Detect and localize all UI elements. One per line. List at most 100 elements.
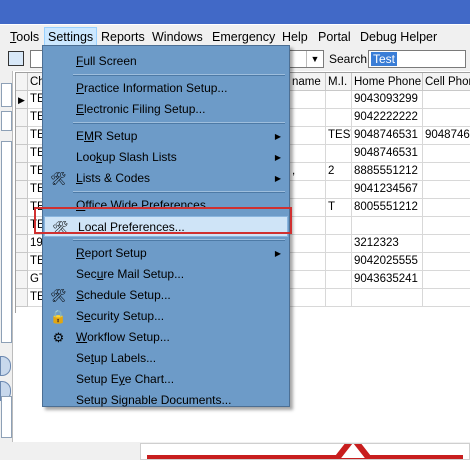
menu-debug-helper-label: Debug Helper: [360, 30, 438, 44]
cell-middle-initial[interactable]: [326, 253, 352, 271]
menu-item-secure-mail-setup[interactable]: Secure Mail Setup...: [43, 264, 289, 285]
left-panel-box[interactable]: [1, 141, 12, 343]
cell-middle-initial[interactable]: T: [326, 199, 352, 217]
menu-item-setup-eye-chart[interactable]: Setup Eye Chart...: [43, 369, 289, 390]
cell-cell-phone[interactable]: [423, 199, 470, 217]
menu-item-report-setup[interactable]: Report Setup ▶: [43, 243, 289, 264]
menu-item-electronic-filing-setup[interactable]: Electronic Filing Setup...: [43, 99, 289, 120]
cell-home-phone[interactable]: 9048746531: [352, 127, 423, 145]
cell-home-phone[interactable]: 9042222222: [352, 109, 423, 127]
cell-first-name[interactable]: [290, 289, 326, 307]
menu-item-lookup-slash-lists[interactable]: Lookup Slash Lists ▶: [43, 147, 289, 168]
row-selector[interactable]: [16, 145, 28, 163]
cell-cell-phone[interactable]: [423, 181, 470, 199]
cell-first-name[interactable]: [290, 109, 326, 127]
row-selector[interactable]: [16, 199, 28, 217]
column-header[interactable]: M.I.: [326, 73, 352, 91]
cell-first-name[interactable]: [290, 253, 326, 271]
row-selector[interactable]: [16, 127, 28, 145]
cell-home-phone[interactable]: 9048746531: [352, 145, 423, 163]
menu-item-label: Secure Mail Setup...: [76, 267, 185, 281]
menu-tools[interactable]: Tools: [6, 28, 43, 46]
cell-home-phone[interactable]: [352, 217, 423, 235]
row-selector[interactable]: [16, 289, 28, 307]
cell-first-name[interactable]: [290, 127, 326, 145]
cell-cell-phone[interactable]: [423, 109, 470, 127]
menu-debug-helper[interactable]: Debug Helper: [356, 28, 441, 46]
cell-middle-initial[interactable]: [326, 217, 352, 235]
menu-item-setup-signable-documents[interactable]: Setup Signable Documents...: [43, 390, 289, 411]
menu-item-label: Security Setup...: [76, 309, 165, 323]
cell-cell-phone[interactable]: [423, 253, 470, 271]
cell-first-name[interactable]: [290, 181, 326, 199]
cell-home-phone[interactable]: 9043635241: [352, 271, 423, 289]
menu-item-emr-setup[interactable]: EMR Setup ▶: [43, 126, 289, 147]
cell-cell-phone[interactable]: [423, 289, 470, 307]
cell-middle-initial[interactable]: [326, 109, 352, 127]
cell-home-phone[interactable]: 8885551212: [352, 163, 423, 181]
cell-home-phone[interactable]: 3212323: [352, 235, 423, 253]
submenu-arrow-icon: ▶: [274, 132, 281, 141]
cell-cell-phone[interactable]: [423, 163, 470, 181]
row-selector[interactable]: [16, 109, 28, 127]
cell-first-name[interactable]: [290, 271, 326, 289]
left-panel-box[interactable]: [1, 83, 12, 107]
cell-first-name[interactable]: [290, 235, 326, 253]
cell-home-phone[interactable]: 9042025555: [352, 253, 423, 271]
menu-item-schedule-setup[interactable]: 🛠 Schedule Setup...: [43, 285, 289, 306]
cell-first-name[interactable]: [290, 145, 326, 163]
menu-item-full-screen[interactable]: Full Screen: [43, 51, 289, 72]
row-selector[interactable]: [16, 163, 28, 181]
cell-cell-phone[interactable]: [423, 235, 470, 253]
cell-first-name[interactable]: [290, 217, 326, 235]
column-header[interactable]: Home Phone: [352, 73, 423, 91]
cell-middle-initial[interactable]: 2: [326, 163, 352, 181]
current-row-icon[interactable]: ▶: [16, 91, 28, 109]
cell-middle-initial[interactable]: [326, 235, 352, 253]
cell-home-phone[interactable]: [352, 289, 423, 307]
warning-graphic-icon: [147, 444, 463, 459]
cell-cell-phone[interactable]: [423, 217, 470, 235]
menu-item-setup-labels[interactable]: Setup Labels...: [43, 348, 289, 369]
cell-middle-initial[interactable]: [326, 271, 352, 289]
row-selector[interactable]: [16, 217, 28, 235]
menu-portal[interactable]: Portal: [314, 28, 355, 46]
column-header[interactable]: name: [290, 73, 326, 91]
cell-middle-initial[interactable]: [326, 181, 352, 199]
cell-cell-phone[interactable]: [423, 91, 470, 109]
submenu-arrow-icon: ▶: [274, 174, 281, 183]
menu-help[interactable]: Help: [278, 28, 312, 46]
left-panel-button[interactable]: [0, 356, 11, 376]
toolbar-icon[interactable]: [8, 51, 24, 66]
column-header[interactable]: Cell Phon: [423, 73, 470, 91]
menu-emergency[interactable]: Emergency: [208, 28, 279, 46]
cell-middle-initial[interactable]: [326, 145, 352, 163]
cell-home-phone[interactable]: 8005551212: [352, 199, 423, 217]
menu-item-security-setup[interactable]: 🔒 Security Setup...: [43, 306, 289, 327]
cell-cell-phone[interactable]: [423, 271, 470, 289]
cell-home-phone[interactable]: 9043093299: [352, 91, 423, 109]
left-panel-box[interactable]: [1, 396, 12, 438]
cell-first-name[interactable]: ,: [290, 163, 326, 181]
menu-item-practice-information-setup[interactable]: Practice Information Setup...: [43, 78, 289, 99]
cell-middle-initial[interactable]: [326, 289, 352, 307]
left-panel-box[interactable]: [1, 111, 12, 131]
row-selector[interactable]: [16, 253, 28, 271]
cell-middle-initial[interactable]: [326, 91, 352, 109]
search-input[interactable]: Test: [368, 50, 466, 68]
cell-middle-initial[interactable]: TEST: [326, 127, 352, 145]
menu-reports[interactable]: Reports: [97, 28, 149, 46]
menu-item-workflow-setup[interactable]: ⚙ Workflow Setup...: [43, 327, 289, 348]
menu-item-lists-codes[interactable]: 🛠 Lists & Codes ▶: [43, 168, 289, 189]
chevron-down-icon[interactable]: ▼: [306, 51, 323, 67]
menu-windows[interactable]: Windows: [148, 28, 207, 46]
row-selector[interactable]: [16, 181, 28, 199]
cell-cell-phone[interactable]: [423, 145, 470, 163]
cell-cell-phone[interactable]: 90487465: [423, 127, 470, 145]
cell-first-name[interactable]: [290, 91, 326, 109]
row-selector[interactable]: [16, 271, 28, 289]
cell-first-name[interactable]: [290, 199, 326, 217]
row-selector[interactable]: [16, 235, 28, 253]
cell-home-phone[interactable]: 9041234567: [352, 181, 423, 199]
menu-settings[interactable]: Settings: [44, 27, 98, 47]
